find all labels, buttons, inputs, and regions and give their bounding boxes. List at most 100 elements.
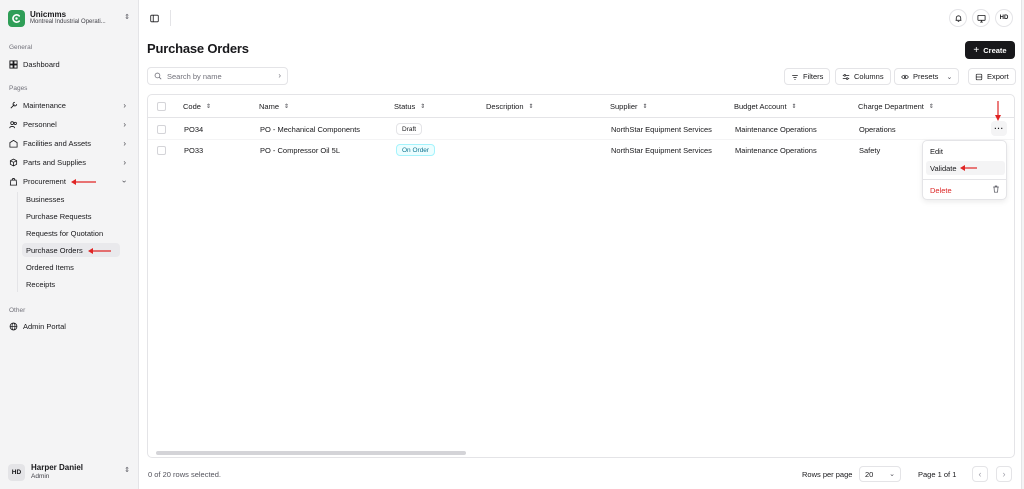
user-avatar-button[interactable]: HD xyxy=(995,9,1013,27)
cell-charge-department: Operations xyxy=(859,125,896,134)
section-pages-label: Pages xyxy=(9,85,28,92)
selection-count: 0 of 20 rows selected. xyxy=(148,470,221,479)
presets-button[interactable]: Presets ⌄ xyxy=(894,68,960,85)
users-icon xyxy=(9,120,18,129)
building-icon xyxy=(9,139,18,148)
sort-icon: ⇕ xyxy=(791,104,797,110)
sidebar-item-maintenance[interactable]: Maintenance › xyxy=(5,98,131,113)
chevron-right-icon: › xyxy=(123,120,126,129)
export-button[interactable]: Export xyxy=(968,68,1016,85)
display-button[interactable] xyxy=(972,9,990,27)
menu-item-delete[interactable]: Delete xyxy=(926,183,1005,197)
table-row[interactable]: PO34 PO - Mechanical Components Draft No… xyxy=(148,119,1014,140)
column-header-description[interactable]: Description ⇕ xyxy=(486,102,534,111)
cell-code: PO34 xyxy=(184,125,204,134)
sidebar-item-label: Parts and Supplies xyxy=(23,158,86,167)
columns-button[interactable]: Columns xyxy=(835,68,891,85)
annotation-arrow-icon xyxy=(71,179,96,185)
eye-icon xyxy=(901,74,909,79)
notifications-button[interactable] xyxy=(949,9,967,27)
plus-icon: + xyxy=(973,44,980,56)
sidebar-subitem-receipts[interactable]: Receipts xyxy=(22,277,120,291)
menu-item-edit[interactable]: Edit xyxy=(926,144,1005,158)
sidebar-item-label: Dashboard xyxy=(23,60,60,69)
sidebar-item-procurement[interactable]: Procurement › xyxy=(5,174,131,189)
annotation-arrow-icon xyxy=(88,248,111,254)
trash-icon xyxy=(992,185,1000,195)
globe-icon xyxy=(9,322,18,331)
sidebar-item-label: Personnel xyxy=(23,120,57,129)
row-actions-button[interactable]: ··· xyxy=(991,121,1007,136)
chevron-down-icon: ⌄ xyxy=(946,73,953,81)
brand-logo xyxy=(8,9,25,27)
org-name: Unicmms xyxy=(30,9,67,19)
column-header-code[interactable]: Code ⇕ xyxy=(183,102,211,111)
org-subtitle: Montreal Industrial Operati... xyxy=(30,19,106,26)
sidebar-subitem-purchase-requests[interactable]: Purchase Requests xyxy=(22,209,120,223)
search-box[interactable]: › xyxy=(147,67,288,85)
org-switcher[interactable]: Unicmms Montreal Industrial Operati... ⇕ xyxy=(8,8,130,28)
chevron-left-icon: ‹ xyxy=(978,469,982,479)
export-label: Export xyxy=(987,72,1009,81)
row-checkbox[interactable] xyxy=(157,125,166,134)
sidebar-item-dashboard[interactable]: Dashboard xyxy=(5,57,131,72)
sidebar-toggle-button[interactable] xyxy=(147,11,161,25)
wrench-icon xyxy=(9,101,18,110)
monitor-icon xyxy=(976,14,986,23)
sort-icon: ⇕ xyxy=(528,104,534,110)
shopping-bag-icon xyxy=(9,177,18,186)
sort-icon: ⇕ xyxy=(205,104,211,110)
sidebar: Unicmms Montreal Industrial Operati... ⇕… xyxy=(0,0,138,489)
rows-per-page-select[interactable]: 20 ⌄ xyxy=(859,466,901,482)
rows-per-page-label: Rows per page xyxy=(802,470,853,479)
column-header-supplier[interactable]: Supplier ⇕ xyxy=(610,102,648,111)
menu-divider xyxy=(923,179,1006,180)
sidebar-subitem-businesses[interactable]: Businesses xyxy=(22,192,120,206)
column-header-budget-account[interactable]: Budget Account ⇕ xyxy=(734,102,797,111)
sidebar-item-label: Procurement xyxy=(23,177,66,186)
sidebar-subitem-rfq[interactable]: Requests for Quotation xyxy=(22,226,120,240)
next-page-button[interactable]: › xyxy=(996,466,1012,482)
filters-label: Filters xyxy=(803,72,824,81)
cell-code: PO33 xyxy=(184,146,204,155)
chevron-right-icon: › xyxy=(278,71,281,80)
cell-budget-account: Maintenance Operations xyxy=(735,146,817,155)
column-header-charge-department[interactable]: Charge Department ⇕ xyxy=(858,102,934,111)
sidebar-item-personnel[interactable]: Personnel › xyxy=(5,117,131,132)
sidebar-item-facilities[interactable]: Facilities and Assets › xyxy=(5,136,131,151)
user-menu[interactable]: HD Harper Daniel Admin ⇕ xyxy=(8,461,130,483)
sidebar-item-parts[interactable]: Parts and Supplies › xyxy=(5,155,131,170)
sort-icon: ⇕ xyxy=(928,104,934,110)
sort-icon: ⇕ xyxy=(284,104,290,110)
sliders-icon xyxy=(842,73,850,80)
table-header: Code ⇕ Name ⇕ Status ⇕ Description ⇕ Supplie… xyxy=(148,95,1014,118)
search-input[interactable] xyxy=(167,71,267,81)
select-all-checkbox[interactable] xyxy=(157,102,166,111)
sidebar-subitem-ordered-items[interactable]: Ordered Items xyxy=(22,260,120,274)
horizontal-scrollbar[interactable] xyxy=(156,451,466,455)
submenu-guide-line xyxy=(17,192,18,292)
search-icon xyxy=(154,72,162,80)
filter-icon xyxy=(792,74,798,80)
sidebar-item-label: Admin Portal xyxy=(23,322,66,331)
chevron-down-icon: ⌄ xyxy=(889,471,895,478)
section-other-label: Other xyxy=(9,307,26,314)
export-icon xyxy=(975,73,983,80)
status-badge: Draft xyxy=(396,123,423,135)
sort-icon: ⇕ xyxy=(642,104,648,110)
dashboard-icon xyxy=(9,60,18,69)
user-name: Harper Daniel xyxy=(31,463,84,473)
create-button-label: Create xyxy=(983,45,1007,55)
filters-button[interactable]: Filters xyxy=(784,68,831,85)
purchase-orders-table: Code ⇕ Name ⇕ Status ⇕ Description ⇕ Supplie… xyxy=(147,94,1015,458)
sidebar-item-admin-portal[interactable]: Admin Portal xyxy=(5,319,131,334)
table-row[interactable]: PO33 PO - Compressor Oil 5L On Order Nor… xyxy=(148,140,1014,161)
bell-icon xyxy=(955,14,961,22)
create-button[interactable]: + Create xyxy=(965,41,1015,59)
column-header-name[interactable]: Name ⇕ xyxy=(259,102,289,111)
previous-page-button[interactable]: ‹ xyxy=(972,466,988,482)
chevrons-up-down-icon: ⇕ xyxy=(124,14,130,21)
column-header-status[interactable]: Status ⇕ xyxy=(394,102,425,111)
cell-supplier: NorthStar Equipment Services xyxy=(611,146,712,155)
row-checkbox[interactable] xyxy=(157,146,166,155)
